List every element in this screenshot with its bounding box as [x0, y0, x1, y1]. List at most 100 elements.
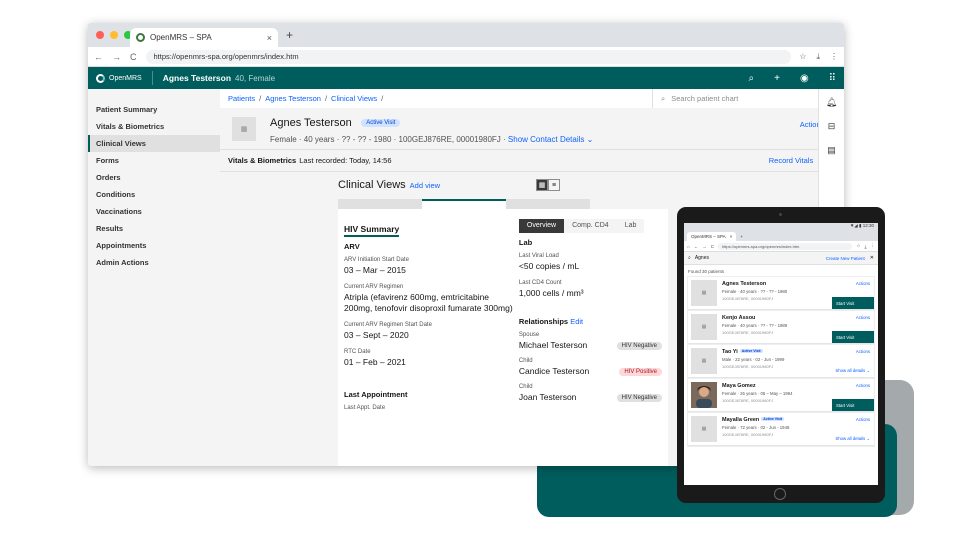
- show-all-details-link[interactable]: Show all details ⌄: [835, 368, 870, 374]
- nav-item-vaccinations[interactable]: Vaccinations: [88, 203, 220, 220]
- patient-card[interactable]: ▦ Tao Yi Active Visit Male · 22 years · 0…: [688, 345, 874, 378]
- breadcrumb-patient[interactable]: Agnes Testerson: [265, 94, 321, 103]
- field-value: 03 – Mar – 2015: [344, 265, 406, 275]
- close-tab-icon[interactable]: ×: [267, 33, 272, 43]
- create-new-patient-link[interactable]: Create New Patient: [826, 256, 865, 261]
- patient-name: Agnes Testerson: [722, 281, 767, 287]
- forward-icon[interactable]: →: [112, 52, 121, 62]
- tablet-tabbar: OpenMRS – SPA × +: [684, 231, 878, 241]
- patient-card[interactable]: ▦ Mayalla Green Active Visit Female · 72 …: [688, 413, 874, 446]
- back-icon[interactable]: ←: [694, 244, 699, 249]
- hiv-status-badge: HIV Positive: [619, 367, 662, 376]
- tablet-browser-tab[interactable]: OpenMRS – SPA ×: [687, 231, 737, 241]
- relationships-edit-link[interactable]: Edit: [570, 317, 583, 326]
- patient-card[interactable]: ▦ Kenjo Assou Female · 40 years · ?? - ?…: [688, 311, 874, 344]
- relationship-role: Child: [518, 358, 533, 364]
- nav-item-vitals[interactable]: Vitals & Biometrics: [88, 118, 220, 135]
- nav-item-forms[interactable]: Forms: [88, 152, 220, 169]
- openmrs-logo-icon: [96, 73, 105, 83]
- notification-bell-icon[interactable]: 🔔︎: [826, 97, 837, 108]
- browser-menu-icon[interactable]: ⋮: [830, 52, 838, 62]
- close-window-dot[interactable]: [96, 31, 104, 39]
- browser-menu-icon[interactable]: ⋮: [871, 243, 876, 249]
- field-value: 1,000 cells / mm³: [518, 288, 584, 298]
- active-visit-badge: Active Visit: [761, 417, 785, 421]
- patient-actions-link[interactable]: Actions: [856, 281, 870, 286]
- tablet-patient-search[interactable]: ⌕ Agnes Create New Patient ✕: [684, 252, 878, 265]
- tablet-clock: 12:30: [862, 223, 874, 228]
- new-tab-icon[interactable]: +: [740, 234, 743, 239]
- nav-item-results[interactable]: Results: [88, 220, 220, 237]
- forward-icon[interactable]: →: [702, 244, 707, 249]
- start-visit-button[interactable]: Start Visit: [832, 297, 874, 309]
- start-visit-button[interactable]: Start Visit: [832, 331, 874, 343]
- breadcrumb-clinical-views[interactable]: Clinical Views: [331, 94, 377, 103]
- clear-search-icon[interactable]: ✕: [870, 255, 874, 261]
- tab-lab[interactable]: Lab: [616, 219, 645, 233]
- vitals-bar: Vitals & Biometrics Last recorded: Today…: [220, 150, 844, 172]
- last-appointment-title: Last Appointment: [344, 390, 408, 399]
- relationship-name: Candice Testerson: [518, 366, 590, 376]
- patient-avatar-placeholder: ▦: [232, 116, 256, 141]
- nav-item-patient-summary[interactable]: Patient Summary: [88, 101, 220, 118]
- tablet-url-field[interactable]: https://openmrs-spa.org/openmrs/index.ht…: [717, 242, 853, 250]
- vitals-last-recorded: Last recorded: Today, 14:56: [299, 156, 392, 165]
- patient-actions-link[interactable]: Actions: [856, 315, 870, 320]
- show-all-details-link[interactable]: Show all details ⌄: [835, 436, 870, 442]
- chevron-down-icon[interactable]: ⌄: [587, 135, 594, 144]
- app-switcher-icon[interactable]: ⠿: [829, 73, 836, 84]
- relationship-role: Spouse: [518, 332, 540, 338]
- home-icon[interactable]: ⌂: [687, 244, 690, 249]
- patient-actions-link[interactable]: Actions: [856, 349, 870, 354]
- bookmark-star-icon[interactable]: ☆: [856, 243, 860, 249]
- back-icon[interactable]: ←: [94, 52, 103, 62]
- banner-patient-name: Agnes Testerson: [270, 117, 352, 129]
- field-value: <50 copies / mL: [518, 261, 580, 271]
- download-icon[interactable]: ⤓: [865, 244, 867, 249]
- minimize-window-dot[interactable]: [110, 31, 118, 39]
- logo-text: OpenMRS: [109, 74, 142, 82]
- user-avatar-icon[interactable]: ◉: [800, 73, 809, 84]
- show-contact-details-link[interactable]: Show Contact Details: [508, 135, 584, 144]
- tablet-patient-list: ▦ Agnes Testerson Female · 40 years · ??…: [684, 277, 878, 446]
- patient-avatar-placeholder: ▦: [691, 280, 717, 306]
- start-visit-button[interactable]: Start Visit: [832, 399, 874, 411]
- nav-item-admin-actions[interactable]: Admin Actions: [88, 254, 220, 271]
- nav-item-conditions[interactable]: Conditions: [88, 186, 220, 203]
- bookmark-star-icon[interactable]: ☆: [799, 52, 806, 62]
- relationships-title: Relationships Edit: [518, 317, 584, 326]
- reload-icon[interactable]: C: [711, 244, 714, 249]
- nav-item-appointments[interactable]: Appointments: [88, 237, 220, 254]
- patient-chart-search[interactable]: ⌕ Search patient chart: [652, 89, 818, 108]
- person-photo-icon: [691, 382, 717, 408]
- patient-card[interactable]: ▦ Agnes Testerson Female · 40 years · ??…: [688, 277, 874, 310]
- download-icon[interactable]: ⤓: [816, 52, 820, 62]
- patient-meta: Female · 72 years · 02 - Jun - 1948: [722, 425, 790, 430]
- search-icon[interactable]: ⌕: [748, 73, 754, 84]
- breadcrumb-patients[interactable]: Patients: [228, 94, 255, 103]
- patient-actions-link[interactable]: Actions: [856, 383, 870, 388]
- browser-tab[interactable]: OpenMRS – SPA ×: [130, 28, 278, 47]
- patient-actions-link[interactable]: Actions: [856, 417, 870, 422]
- document-icon[interactable]: ▤: [827, 145, 836, 156]
- list-view-icon[interactable]: ≡: [548, 179, 561, 191]
- add-view-link[interactable]: Add view: [410, 181, 440, 190]
- search-placeholder: Search patient chart: [671, 94, 739, 103]
- nav-item-orders[interactable]: Orders: [88, 169, 220, 186]
- patient-card[interactable]: Maya Gomez Female · 26 years · 05 – May …: [688, 379, 874, 412]
- reload-icon[interactable]: C: [130, 52, 137, 62]
- briefcase-icon[interactable]: ⊟: [828, 121, 836, 132]
- tab-overview[interactable]: Overview: [518, 219, 565, 233]
- relationship-item: Spouse Michael Testerson HIV Negative: [519, 332, 662, 351]
- nav-item-clinical-views[interactable]: Clinical Views: [88, 135, 220, 152]
- grid-view-icon[interactable]: ▦: [536, 179, 549, 191]
- new-tab-icon[interactable]: +: [286, 28, 293, 42]
- close-tab-icon[interactable]: ×: [730, 234, 733, 239]
- tablet-home-button[interactable]: [774, 488, 786, 500]
- search-icon: ⌕: [688, 255, 691, 261]
- tab-comp-cd4[interactable]: Comp. CD4: [564, 219, 617, 233]
- url-field[interactable]: https://openmrs-spa.org/openmrs/index.ht…: [145, 49, 792, 64]
- add-icon[interactable]: +: [774, 73, 780, 84]
- tablet-camera: [779, 213, 782, 216]
- app-logo[interactable]: OpenMRS: [96, 73, 142, 83]
